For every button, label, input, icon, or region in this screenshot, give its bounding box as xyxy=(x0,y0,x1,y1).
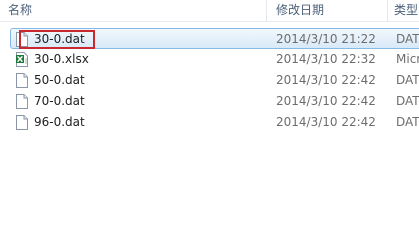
file-row[interactable]: 50-0.dat 2014/3/10 22:42 DAT xyxy=(0,70,419,91)
file-type: DAT xyxy=(396,115,419,129)
file-date-modified: 2014/3/10 22:42 xyxy=(276,94,376,108)
column-header-date-modified[interactable]: 修改日期 xyxy=(276,1,380,19)
column-header-name[interactable]: 名称 xyxy=(8,1,262,19)
document-icon xyxy=(16,115,28,130)
document-icon xyxy=(16,32,28,47)
file-type: DAT xyxy=(396,94,419,108)
file-row[interactable]: 30-0.xlsx 2014/3/10 22:32 Micr xyxy=(0,49,419,70)
file-explorer: 名称 修改日期 类型 30-0.dat 2014/3/10 21:22 DAT … xyxy=(0,0,419,252)
file-type: Micr xyxy=(396,52,419,66)
column-header-bar: 名称 修改日期 类型 xyxy=(0,0,419,22)
file-row[interactable]: 70-0.dat 2014/3/10 22:42 DAT xyxy=(0,91,419,112)
file-name: 70-0.dat xyxy=(34,94,85,108)
document-icon xyxy=(16,73,28,88)
file-row-selected[interactable]: 30-0.dat 2014/3/10 21:22 DAT xyxy=(10,28,419,49)
column-divider[interactable] xyxy=(266,0,267,21)
file-type: DAT xyxy=(396,73,419,87)
file-name: 96-0.dat xyxy=(34,115,85,129)
file-date-modified: 2014/3/10 21:22 xyxy=(276,32,376,46)
file-date-modified: 2014/3/10 22:42 xyxy=(276,115,376,129)
file-date-modified: 2014/3/10 22:42 xyxy=(276,73,376,87)
file-row[interactable]: 96-0.dat 2014/3/10 22:42 DAT xyxy=(0,112,419,133)
file-date-modified: 2014/3/10 22:32 xyxy=(276,52,376,66)
file-type: DAT xyxy=(396,32,419,46)
file-name: 30-0.xlsx xyxy=(34,52,89,66)
file-name: 30-0.dat xyxy=(34,32,85,46)
column-header-type[interactable]: 类型 xyxy=(394,1,419,19)
column-divider[interactable] xyxy=(387,0,388,21)
document-icon xyxy=(16,94,28,109)
file-name: 50-0.dat xyxy=(34,73,85,87)
excel-icon xyxy=(16,52,28,67)
